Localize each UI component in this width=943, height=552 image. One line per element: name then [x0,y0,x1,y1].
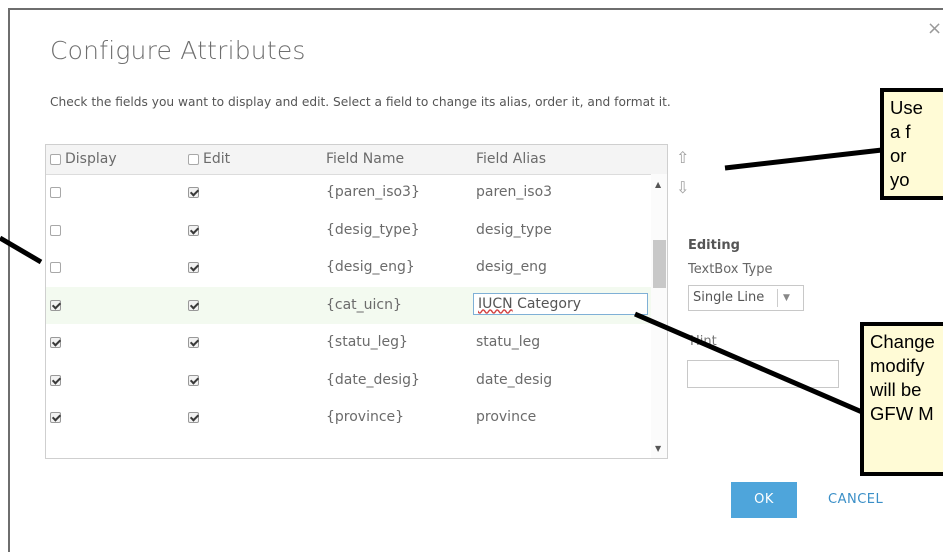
leader-line-left [0,235,43,265]
callout-bottom-line: Change [870,331,935,352]
callout-leaders [0,147,883,415]
callout-bottom-line: modify [870,355,925,376]
leader-line-bottom [634,311,863,415]
callout-bottom-line: will be [870,379,922,400]
leader-line-top [724,147,883,171]
callout-top-line: Use [890,97,923,118]
callout-top-line: or [890,145,907,166]
callout-top-line: yo [890,169,910,190]
callout-bottom-line: GFW M [870,403,934,424]
callout-top-line: a f [890,121,911,142]
callout-bottom: Change modify will be GFW M [860,322,943,476]
callout-top: Use a f or yo [880,88,943,200]
